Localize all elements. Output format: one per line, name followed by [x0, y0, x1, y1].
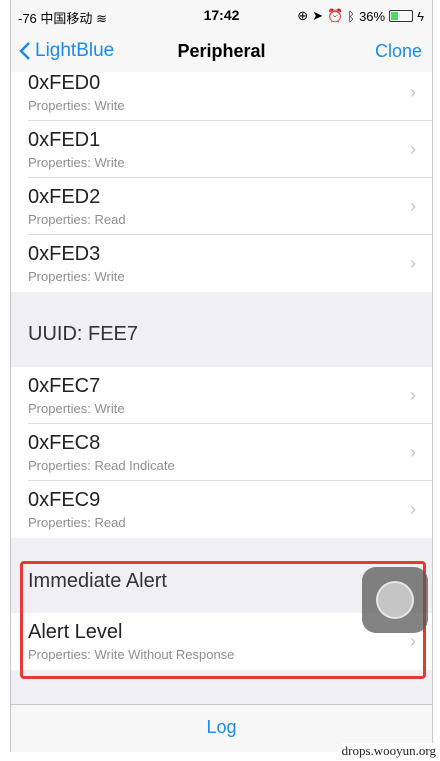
characteristic-uuid: 0xFED3: [28, 243, 101, 265]
characteristic-properties: Properties: Write: [28, 401, 125, 416]
characteristic-uuid: 0xFEC9: [28, 489, 101, 511]
characteristic-properties: Properties: Read: [28, 515, 126, 530]
characteristic-properties: Properties: Write: [28, 98, 125, 113]
navigation-bar: LightBlue Peripheral Clone: [11, 32, 432, 73]
chevron-right-icon: ›: [410, 442, 416, 462]
watermark: drops.wooyun.org: [341, 743, 436, 759]
lock-icon: ⊕: [297, 8, 309, 23]
battery-icon: [389, 10, 414, 22]
chevron-right-icon: ›: [410, 139, 416, 159]
characteristic-uuid: 0xFEC7: [28, 375, 101, 397]
bluetooth-icon: ᛒ: [347, 8, 356, 24]
characteristic-row[interactable]: 0xFED0 Properties: Write ›: [11, 72, 432, 121]
log-tab[interactable]: Log: [206, 717, 236, 737]
characteristic-row[interactable]: 0xFED3 Properties: Write ›: [11, 235, 432, 292]
characteristic-uuid: 0xFED2: [28, 186, 101, 208]
charging-icon: ϟ: [417, 8, 424, 24]
characteristic-row[interactable]: 0xFEC9 Properties: Read ›: [11, 481, 432, 538]
page-title: Peripheral: [177, 41, 266, 61]
status-bar: -76 中国移动 ≋ 17:42 ⊕ ➤ ⏰ ᛒ 36% ϟ: [11, 0, 432, 32]
location-icon: ➤: [312, 8, 324, 23]
chevron-right-icon: ›: [410, 385, 416, 405]
characteristic-row[interactable]: 0xFEC8 Properties: Read Indicate ›: [11, 424, 432, 481]
section-title: UUID: FEE7: [28, 323, 139, 345]
battery-percent: 36%: [359, 8, 386, 24]
characteristic-properties: Properties: Write: [28, 155, 125, 170]
characteristic-properties: Properties: Read: [28, 212, 126, 227]
clone-button[interactable]: Clone: [375, 41, 422, 62]
chevron-right-icon: ›: [410, 82, 416, 102]
chevron-right-icon: ›: [410, 499, 416, 519]
characteristic-properties: Properties: Write: [28, 269, 125, 284]
characteristic-uuid: 0xFED1: [28, 129, 101, 151]
characteristic-row[interactable]: 0xFED1 Properties: Write ›: [11, 121, 432, 178]
characteristic-uuid: 0xFEC8: [28, 432, 101, 454]
chevron-right-icon: ›: [410, 196, 416, 216]
characteristic-row[interactable]: 0xFEC7 Properties: Write ›: [11, 367, 432, 424]
assistive-touch-button[interactable]: [362, 567, 428, 633]
characteristic-row[interactable]: 0xFED2 Properties: Read ›: [11, 178, 432, 235]
status-right: ⊕ ➤ ⏰ ᛒ 36% ϟ: [297, 8, 424, 24]
alarm-icon: ⏰: [327, 8, 344, 23]
chevron-right-icon: ›: [410, 253, 416, 273]
characteristic-uuid: 0xFED0: [28, 72, 101, 94]
characteristic-properties: Properties: Read Indicate: [28, 458, 175, 473]
